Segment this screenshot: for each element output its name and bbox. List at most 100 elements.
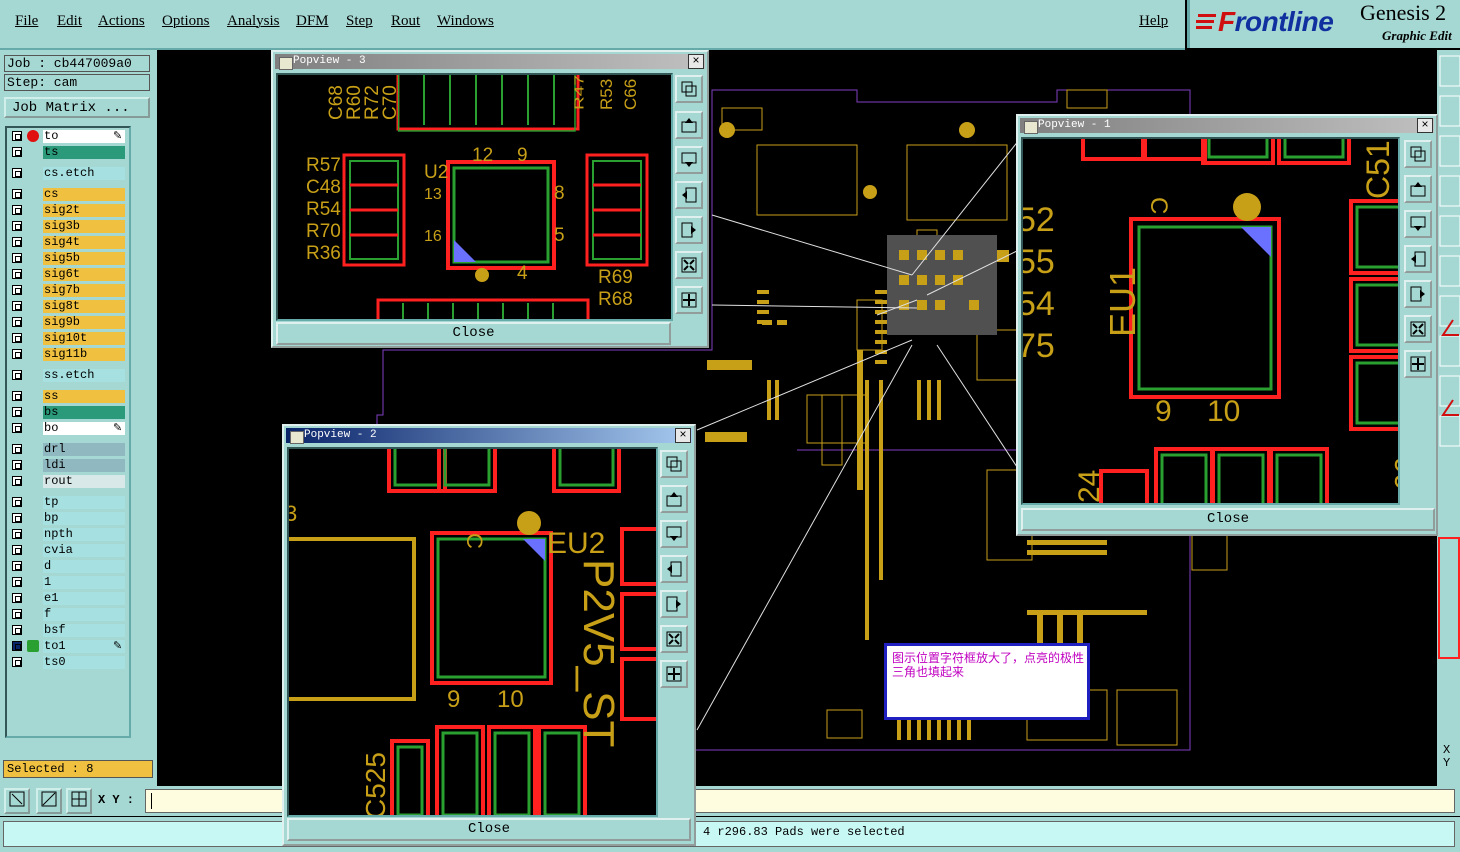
menu-step[interactable]: Step bbox=[346, 13, 373, 30]
grid-button[interactable] bbox=[66, 788, 92, 814]
layer-checkbox[interactable] bbox=[12, 370, 22, 380]
layer-checkbox[interactable] bbox=[12, 407, 22, 417]
popview-2-view[interactable]: 3 C EU2 9 10 P2V5_ST C525 bbox=[287, 447, 658, 817]
layer-checkbox[interactable] bbox=[12, 131, 22, 141]
layer-row[interactable]: drl bbox=[7, 443, 129, 457]
popview-2-pan-up-icon[interactable] bbox=[660, 485, 688, 513]
layer-checkbox[interactable] bbox=[12, 625, 22, 635]
layer-row[interactable]: ts bbox=[7, 146, 129, 160]
layer-row[interactable]: bs bbox=[7, 406, 129, 420]
layer-row[interactable]: sig6t bbox=[7, 268, 129, 282]
popview-2-pan-down-icon[interactable] bbox=[660, 520, 688, 548]
popview-1-pan-up-icon[interactable] bbox=[1404, 175, 1432, 203]
popview-1-titlebar[interactable]: Popview - 1 bbox=[1020, 118, 1434, 134]
popview-3-view[interactable]: C68 R60 R72 C70 R47 R53 C66 R57 C48 R54 … bbox=[276, 73, 673, 321]
layer-row[interactable]: ss.etch bbox=[7, 369, 129, 383]
layer-checkbox[interactable] bbox=[12, 609, 22, 619]
layer-row[interactable]: f bbox=[7, 608, 129, 622]
layer-row[interactable]: sig2t bbox=[7, 204, 129, 218]
layer-checkbox[interactable] bbox=[12, 577, 22, 587]
popview-3-close-button[interactable]: Close bbox=[276, 322, 671, 345]
layer-checkbox[interactable] bbox=[12, 221, 22, 231]
layer-checkbox[interactable] bbox=[12, 497, 22, 507]
menu-windows[interactable]: Windows bbox=[437, 13, 494, 30]
layer-checkbox[interactable] bbox=[12, 147, 22, 157]
layer-row[interactable]: sig3b bbox=[7, 220, 129, 234]
popview-1-view[interactable]: C EU1 9 10 52 55 54 75 24 C51 99 bbox=[1021, 137, 1400, 505]
layer-checkbox[interactable] bbox=[12, 301, 22, 311]
popview-3-pan-down-icon[interactable] bbox=[675, 146, 703, 174]
layer-checkbox[interactable] bbox=[12, 168, 22, 178]
menu-edit[interactable]: Edit bbox=[57, 13, 82, 30]
layer-row[interactable]: sig11b bbox=[7, 348, 129, 362]
layer-row[interactable]: d bbox=[7, 560, 129, 574]
layer-row[interactable]: cs bbox=[7, 188, 129, 202]
menu-actions[interactable]: Actions bbox=[98, 13, 145, 30]
popview-3-window[interactable]: Popview - 3 × C68 R60 R72 C70 R47 R53 C6… bbox=[271, 50, 709, 348]
zoom-fit-button[interactable] bbox=[4, 788, 30, 814]
layer-row[interactable]: ldi bbox=[7, 459, 129, 473]
layer-checkbox[interactable] bbox=[12, 269, 22, 279]
layer-row[interactable]: rout bbox=[7, 475, 129, 489]
layer-checkbox[interactable] bbox=[12, 529, 22, 539]
menu-options[interactable]: Options bbox=[162, 13, 210, 30]
layer-checkbox[interactable] bbox=[12, 460, 22, 470]
popview-3-titlebar[interactable]: Popview - 3 bbox=[275, 54, 705, 70]
layer-checkbox[interactable] bbox=[12, 423, 22, 433]
layer-row[interactable]: bo ✎ bbox=[7, 422, 129, 436]
layer-checkbox[interactable] bbox=[12, 253, 22, 263]
popview-1-window[interactable]: Popview - 1 × C EU1 9 10 2 5 4 5 24 C51 … bbox=[1016, 114, 1438, 536]
popview-2-pan-left-icon[interactable] bbox=[660, 555, 688, 583]
layer-checkbox[interactable] bbox=[12, 317, 22, 327]
popview-3-zoom-icon[interactable] bbox=[675, 75, 703, 103]
measure-button[interactable] bbox=[36, 788, 62, 814]
job-matrix-button[interactable]: Job Matrix ... bbox=[4, 97, 150, 118]
popview-3-zoom-out-icon[interactable] bbox=[675, 286, 703, 314]
layer-checkbox[interactable] bbox=[12, 545, 22, 555]
layer-row[interactable]: e1 bbox=[7, 592, 129, 606]
popview-3-pan-up-icon[interactable] bbox=[675, 111, 703, 139]
layer-checkbox[interactable] bbox=[12, 657, 22, 667]
popview-1-zoom-out-icon[interactable] bbox=[1404, 350, 1432, 378]
layer-checkbox[interactable] bbox=[12, 349, 22, 359]
popview-3-zoom-in-icon[interactable] bbox=[675, 251, 703, 279]
layer-row[interactable]: sig8t bbox=[7, 300, 129, 314]
popview-2-close-button[interactable]: Close bbox=[287, 818, 691, 841]
layer-checkbox[interactable] bbox=[12, 593, 22, 603]
menu-dfm[interactable]: DFM bbox=[296, 13, 329, 30]
popview-1-zoom-in-icon[interactable] bbox=[1404, 315, 1432, 343]
layer-row[interactable]: sig7b bbox=[7, 284, 129, 298]
menu-help[interactable]: Help bbox=[1139, 13, 1168, 30]
menu-analysis[interactable]: Analysis bbox=[227, 13, 280, 30]
popview-2-zoom-icon[interactable] bbox=[660, 450, 688, 478]
layer-checkbox[interactable] bbox=[12, 641, 22, 651]
popview-3-close-icon[interactable]: × bbox=[688, 54, 704, 69]
popview-1-zoom-icon[interactable] bbox=[1404, 140, 1432, 168]
layer-row[interactable]: to ✎ bbox=[7, 130, 129, 144]
layer-checkbox[interactable] bbox=[12, 476, 22, 486]
layer-checkbox[interactable] bbox=[12, 391, 22, 401]
popview-1-close-button[interactable]: Close bbox=[1021, 508, 1435, 531]
layer-row[interactable]: ts0 bbox=[7, 656, 129, 670]
popview-2-pan-right-icon[interactable] bbox=[660, 590, 688, 618]
layer-row[interactable]: cvia bbox=[7, 544, 129, 558]
layer-checkbox[interactable] bbox=[12, 189, 22, 199]
layer-row[interactable]: to1 ✎ bbox=[7, 640, 129, 654]
layer-checkbox[interactable] bbox=[12, 444, 22, 454]
layer-checkbox[interactable] bbox=[12, 333, 22, 343]
layer-row[interactable]: tp bbox=[7, 496, 129, 510]
popview-1-pan-right-icon[interactable] bbox=[1404, 280, 1432, 308]
popview-2-zoom-in-icon[interactable] bbox=[660, 625, 688, 653]
layer-row[interactable]: bsf bbox=[7, 624, 129, 638]
layer-checkbox[interactable] bbox=[12, 205, 22, 215]
layer-checkbox[interactable] bbox=[12, 237, 22, 247]
layer-row[interactable]: sig9b bbox=[7, 316, 129, 330]
popview-1-pan-left-icon[interactable] bbox=[1404, 245, 1432, 273]
layer-checkbox[interactable] bbox=[12, 561, 22, 571]
layer-row[interactable]: 1 bbox=[7, 576, 129, 590]
layer-row[interactable]: cs.etch bbox=[7, 167, 129, 181]
layer-row[interactable]: bp bbox=[7, 512, 129, 526]
popview-1-pan-down-icon[interactable] bbox=[1404, 210, 1432, 238]
popview-2-close-icon[interactable]: × bbox=[675, 428, 691, 443]
popview-3-pan-right-icon[interactable] bbox=[675, 216, 703, 244]
